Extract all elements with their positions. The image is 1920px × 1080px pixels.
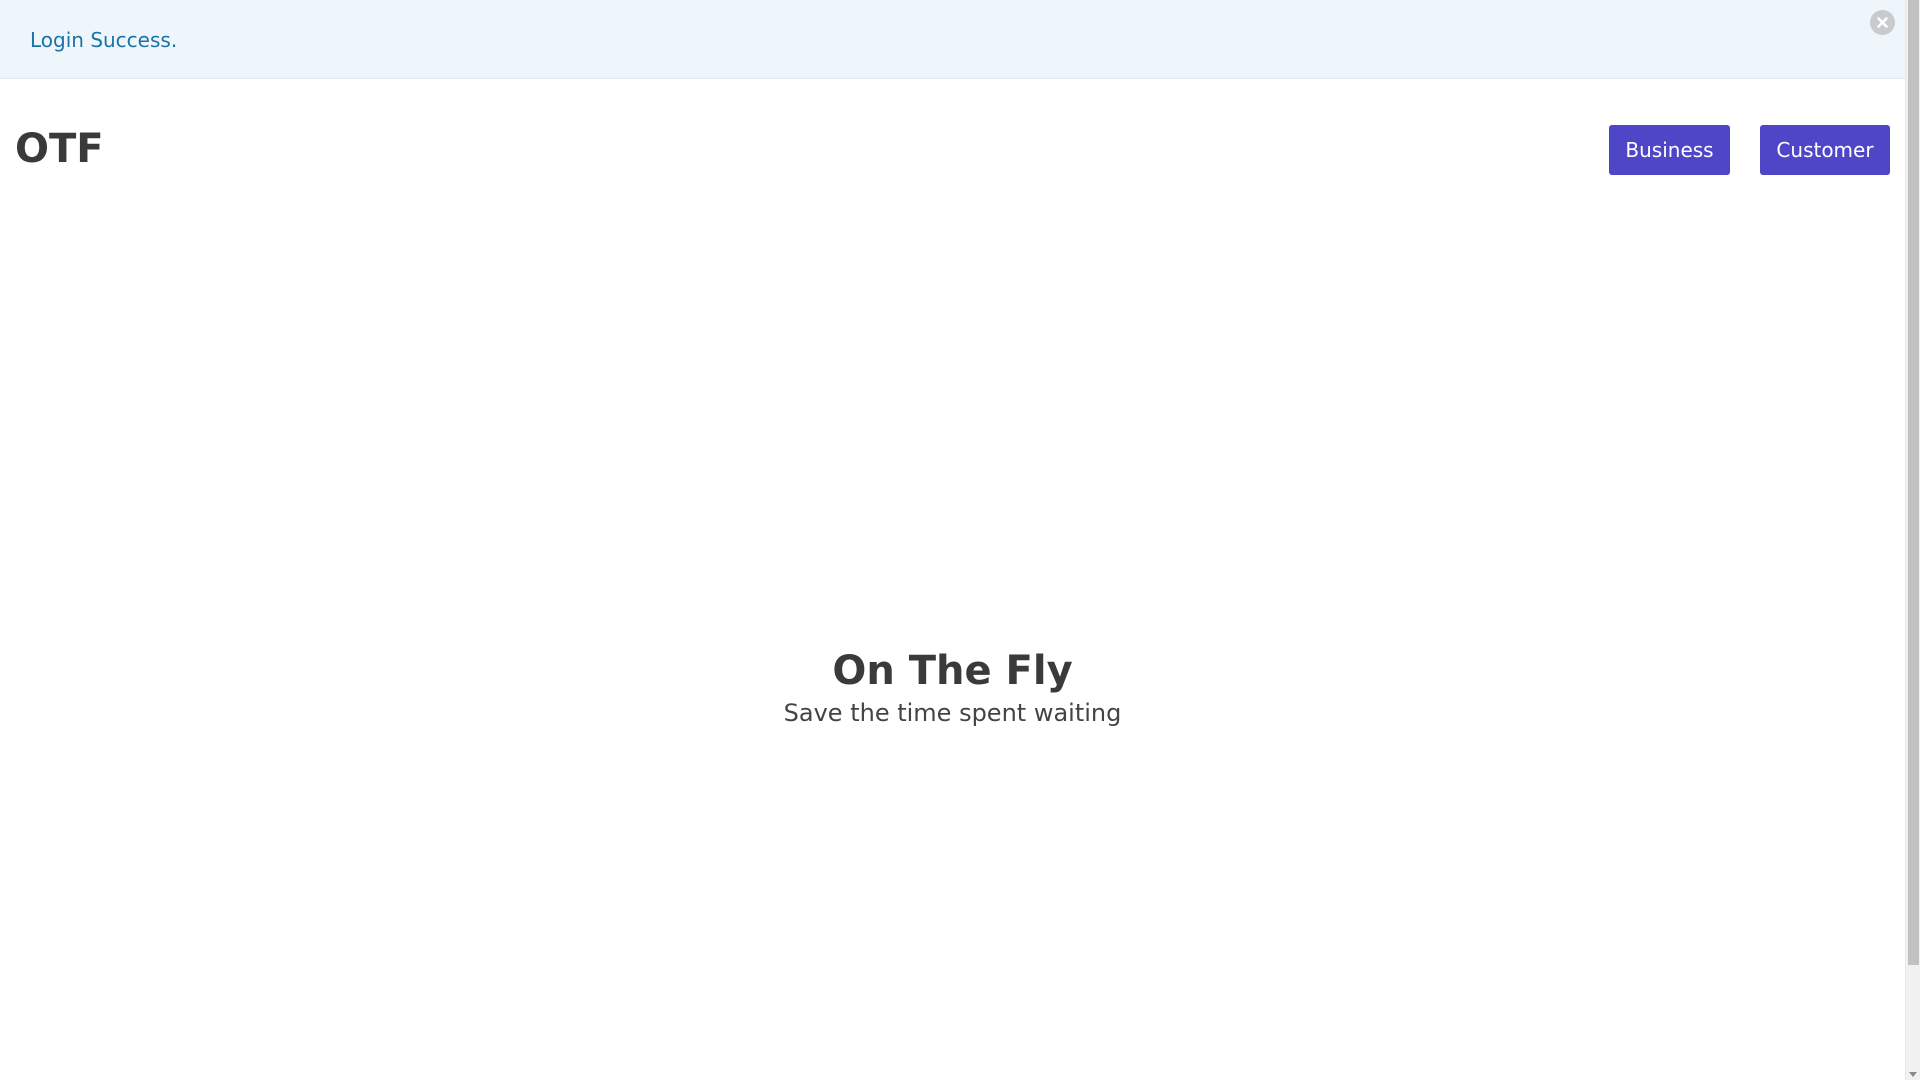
- hero-section: On The Fly Save the time spent waiting: [0, 645, 1905, 729]
- close-icon[interactable]: [1870, 10, 1895, 35]
- close-glyph: [1877, 17, 1888, 28]
- alert-message: Login Success.: [30, 28, 178, 52]
- scrollbar-thumb[interactable]: [1908, 0, 1919, 965]
- vertical-scrollbar[interactable]: [1905, 0, 1920, 1080]
- scroll-down-arrow-icon[interactable]: [1909, 1072, 1917, 1077]
- hero-title: On The Fly: [832, 648, 1073, 694]
- business-button[interactable]: Business: [1609, 125, 1730, 175]
- hero-subtitle: Save the time spent waiting: [783, 699, 1122, 727]
- page: Login Success. OTF Business Customer On …: [0, 0, 1905, 1080]
- brand-logo[interactable]: OTF: [15, 125, 104, 173]
- login-success-alert: Login Success.: [0, 0, 1905, 79]
- customer-button[interactable]: Customer: [1760, 125, 1890, 175]
